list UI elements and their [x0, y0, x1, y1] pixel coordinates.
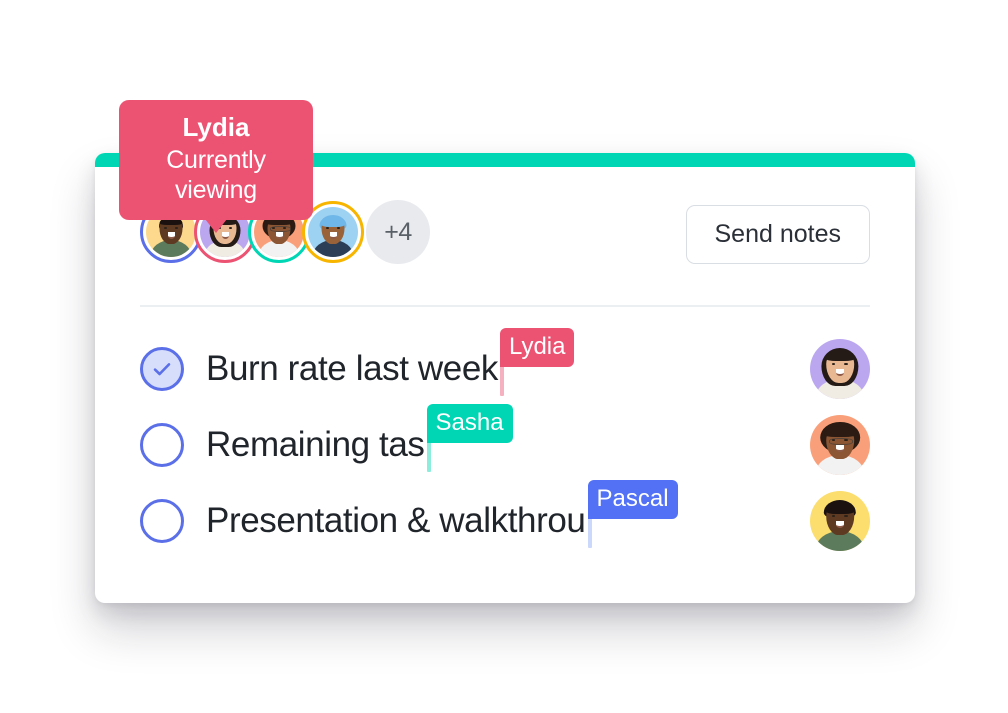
task-assignee-avatar[interactable]: [810, 415, 870, 475]
task-row: Remaining tas Sasha: [140, 404, 875, 483]
avatar-illustration: [810, 491, 870, 551]
task-checkbox-unchecked[interactable]: [140, 499, 184, 543]
avatar-illustration: [308, 207, 358, 257]
collaborator-cursor: Lydia: [500, 328, 575, 396]
task-row: Presentation & walkthrou Pascal: [140, 480, 875, 559]
task-checkbox-checked[interactable]: [140, 347, 184, 391]
avatar-illustration: [810, 339, 870, 399]
collaborator-cursor: Sasha: [426, 404, 513, 472]
task-text-wrapper: Remaining tas Sasha: [206, 404, 513, 472]
tooltip-status-text: Currently viewing: [166, 145, 266, 204]
task-list: Burn rate last week Lydia Remaining tas Sas…: [140, 328, 875, 559]
task-checkbox-unchecked[interactable]: [140, 423, 184, 467]
task-text-wrapper: Burn rate last week Lydia: [206, 328, 575, 396]
task-assignee-avatar[interactable]: [810, 339, 870, 399]
task-title[interactable]: Presentation & walkthrou: [206, 501, 586, 541]
collaborator-cursor: Pascal: [587, 480, 678, 548]
task-title[interactable]: Burn rate last week: [206, 349, 498, 389]
task-title[interactable]: Remaining tas: [206, 425, 425, 465]
header-divider: [140, 305, 870, 307]
tooltip-user-name: Lydia: [182, 112, 250, 142]
avatar-illustration: [810, 415, 870, 475]
viewer-overflow-badge[interactable]: +4: [366, 200, 430, 264]
check-icon: [153, 363, 171, 376]
task-assignee-avatar[interactable]: [810, 491, 870, 551]
task-row: Burn rate last week Lydia: [140, 328, 875, 407]
task-text-wrapper: Presentation & walkthrou Pascal: [206, 480, 678, 548]
send-notes-button[interactable]: Send notes: [685, 205, 870, 264]
cursor-name-label: Sasha: [426, 404, 513, 443]
avatar-image: [308, 207, 358, 257]
currently-viewing-tooltip: Lydia Currently viewing: [119, 100, 313, 233]
cursor-name-label: Lydia: [500, 328, 575, 367]
cursor-name-label: Pascal: [587, 480, 678, 519]
